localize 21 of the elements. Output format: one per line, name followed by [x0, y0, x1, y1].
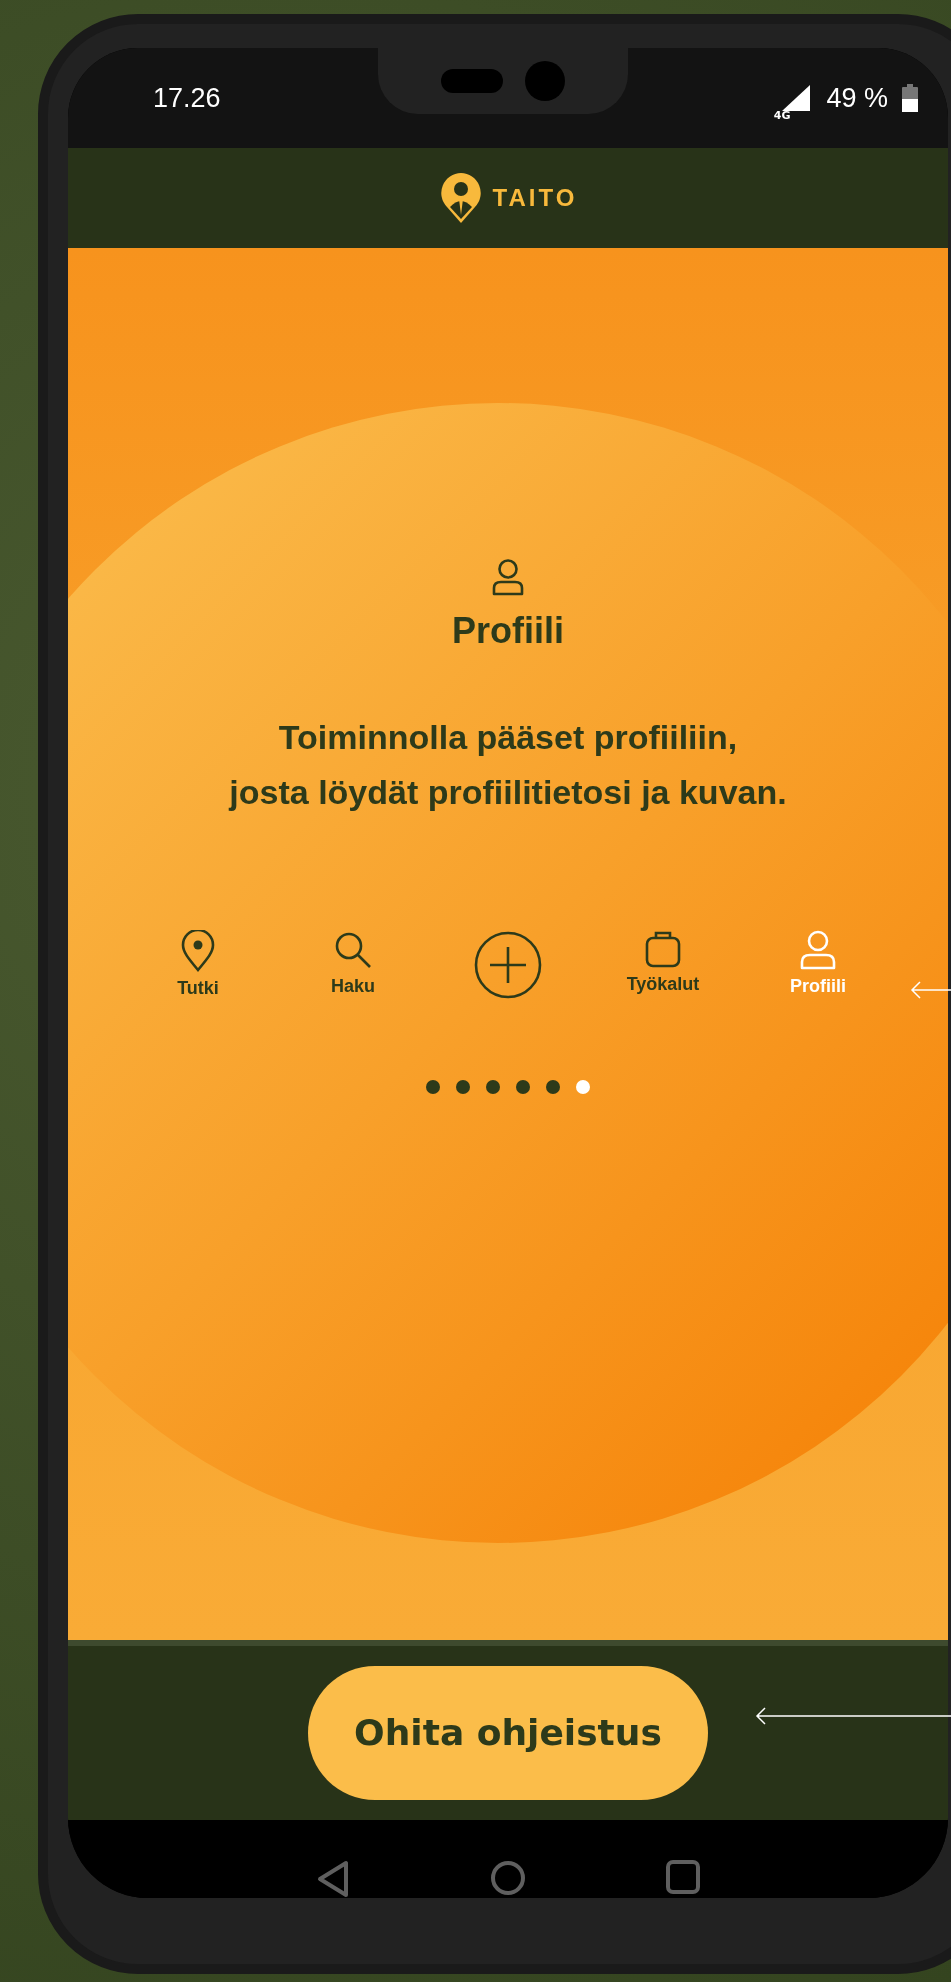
recents-icon[interactable] [666, 1860, 700, 1894]
nav-item[interactable]: Tutki [138, 929, 258, 1010]
battery-percent: 49 % [826, 82, 888, 114]
status-time: 17.26 [153, 82, 221, 114]
person-icon [799, 929, 837, 970]
nav-item[interactable]: Haku [293, 929, 413, 1010]
signal-icon [782, 85, 811, 112]
network-type: 4G [773, 108, 791, 122]
back-icon[interactable] [316, 1860, 350, 1898]
nav-item[interactable]: Työkalut [603, 929, 723, 1010]
briefcase-icon [644, 929, 682, 968]
skip-button[interactable]: Ohita ohjeistus [308, 1666, 708, 1800]
add-icon [473, 929, 543, 1000]
slide-description: Toiminnolla pääset profiiliin, josta löydät profiilitietosi ja kuvan. [229, 716, 787, 813]
logo-text: TAITO [492, 184, 578, 213]
person-icon [491, 557, 525, 596]
battery-icon [902, 84, 918, 113]
home-icon[interactable] [490, 1860, 526, 1896]
location-pin-icon [180, 929, 216, 972]
pointer-arrow [910, 980, 951, 1000]
slide-title: Profiili [452, 609, 564, 652]
